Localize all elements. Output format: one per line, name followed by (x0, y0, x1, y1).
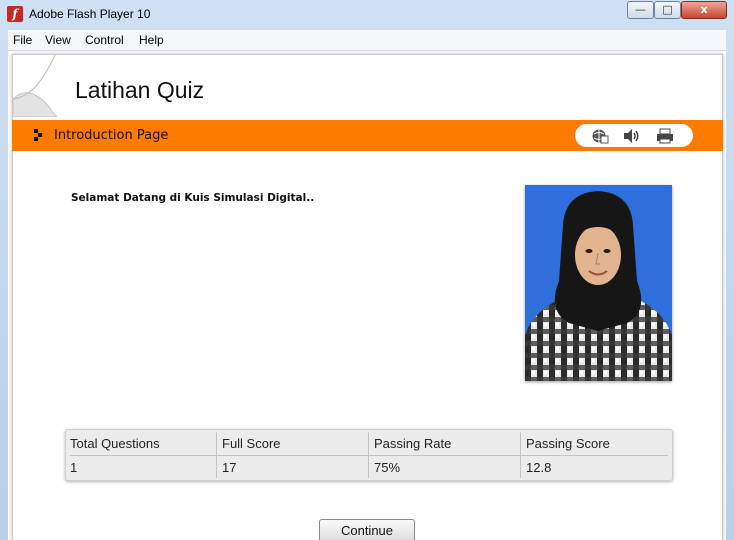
portrait-image (525, 185, 672, 381)
flash-player-window: f Adobe Flash Player 10 — □ x File View … (0, 0, 734, 540)
section-label: Introduction Page (54, 128, 169, 143)
continue-button[interactable]: Continue (319, 519, 415, 540)
header-total-questions: Total Questions (70, 436, 160, 451)
header-passing-score: Passing Score (526, 436, 610, 451)
quiz-card: Latihan Quiz Introduction Page Selamat D… (12, 54, 723, 540)
menu-file[interactable]: File (13, 33, 32, 47)
menu-help[interactable]: Help (139, 33, 164, 47)
header-passing-rate: Passing Rate (374, 436, 452, 451)
window-title: Adobe Flash Player 10 (29, 7, 151, 21)
web-icon[interactable] (591, 128, 609, 144)
header-full-score: Full Score (222, 436, 281, 451)
value-passing-rate: 75% (374, 460, 401, 475)
flash-content-area: Latihan Quiz Introduction Page Selamat D… (8, 51, 726, 540)
bullet-icon (34, 129, 43, 142)
close-button[interactable]: x (681, 1, 727, 19)
value-total-questions: 1 (70, 460, 78, 475)
quiz-stats-table: Total Questions Full Score Passing Rate … (65, 429, 673, 481)
column-divider (216, 432, 217, 478)
maximize-button[interactable]: □ (654, 1, 681, 19)
menu-view[interactable]: View (45, 33, 71, 47)
value-passing-score: 12.8 (526, 460, 552, 475)
toolbar-pill (575, 124, 693, 147)
column-divider (520, 432, 521, 478)
value-full-score: 17 (222, 460, 237, 475)
welcome-text: Selamat Datang di Kuis Simulasi Digital.… (71, 192, 315, 204)
profile-photo (525, 185, 672, 381)
row-divider (70, 455, 668, 456)
column-divider (368, 432, 369, 478)
title-bar[interactable]: f Adobe Flash Player 10 — □ x (0, 0, 734, 30)
sound-icon[interactable] (623, 128, 641, 144)
quiz-title: Latihan Quiz (75, 77, 205, 103)
menu-bar: File View Control Help (8, 30, 726, 51)
section-header-bar: Introduction Page (12, 120, 723, 151)
page-curl-graphic (13, 55, 73, 117)
minimize-button[interactable]: — (627, 1, 654, 19)
print-icon[interactable] (656, 128, 674, 144)
flash-app-icon: f (7, 6, 23, 22)
menu-control[interactable]: Control (85, 33, 124, 47)
